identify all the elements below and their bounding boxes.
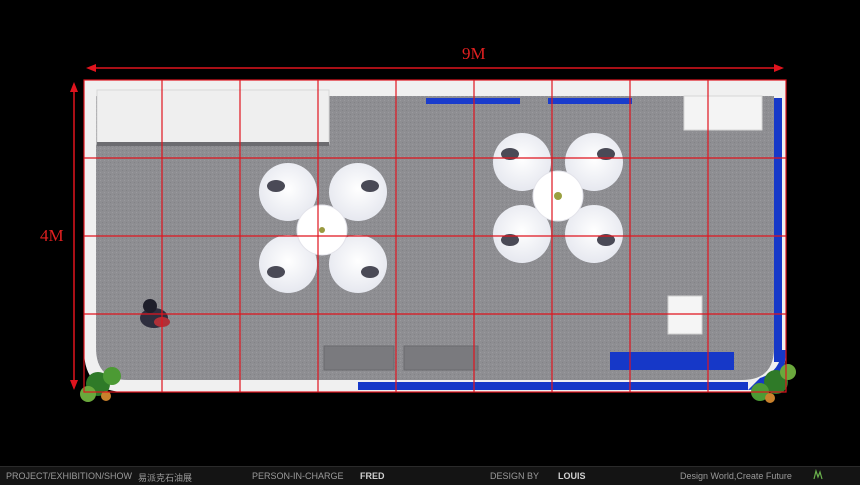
- booth-floor-plan: [70, 64, 796, 403]
- height-dimension-arrow: [70, 82, 78, 390]
- small-podium: [667, 295, 703, 335]
- blue-top-accent-2: [548, 98, 632, 104]
- low-bench-1: [323, 345, 395, 371]
- corner-counter: [683, 95, 763, 131]
- booth-plan-view: 9M 4M: [0, 0, 860, 484]
- blue-counter-bottom: [610, 352, 734, 370]
- project-label: PROJECT/EXHIBITION/SHOW: [6, 471, 133, 481]
- project-value: 易派克石油展: [138, 474, 193, 484]
- blue-strip-bottom: [358, 382, 748, 390]
- back-cabinet: [96, 89, 330, 145]
- slogan-text: Design World,Create Future: [680, 471, 792, 481]
- design-by-value: LOUIS: [558, 471, 586, 481]
- height-dimension-label: 4M: [40, 226, 64, 245]
- design-by-label: DESIGN BY: [490, 471, 540, 481]
- blue-top-accent-1: [426, 98, 520, 104]
- low-bench-2: [403, 345, 479, 371]
- person-in-charge-value: FRED: [360, 471, 385, 481]
- back-cabinet-shadow: [97, 142, 329, 146]
- blue-wall-right: [774, 98, 782, 362]
- footer-bar: PROJECT/EXHIBITION/SHOW 易派克石油展 PERSON-IN…: [0, 466, 860, 485]
- person-in-charge-label: PERSON-IN-CHARGE: [252, 471, 344, 481]
- width-dimension-label: 9M: [462, 44, 486, 63]
- logo-icon: [813, 469, 823, 480]
- width-dimension-arrow: [86, 64, 784, 72]
